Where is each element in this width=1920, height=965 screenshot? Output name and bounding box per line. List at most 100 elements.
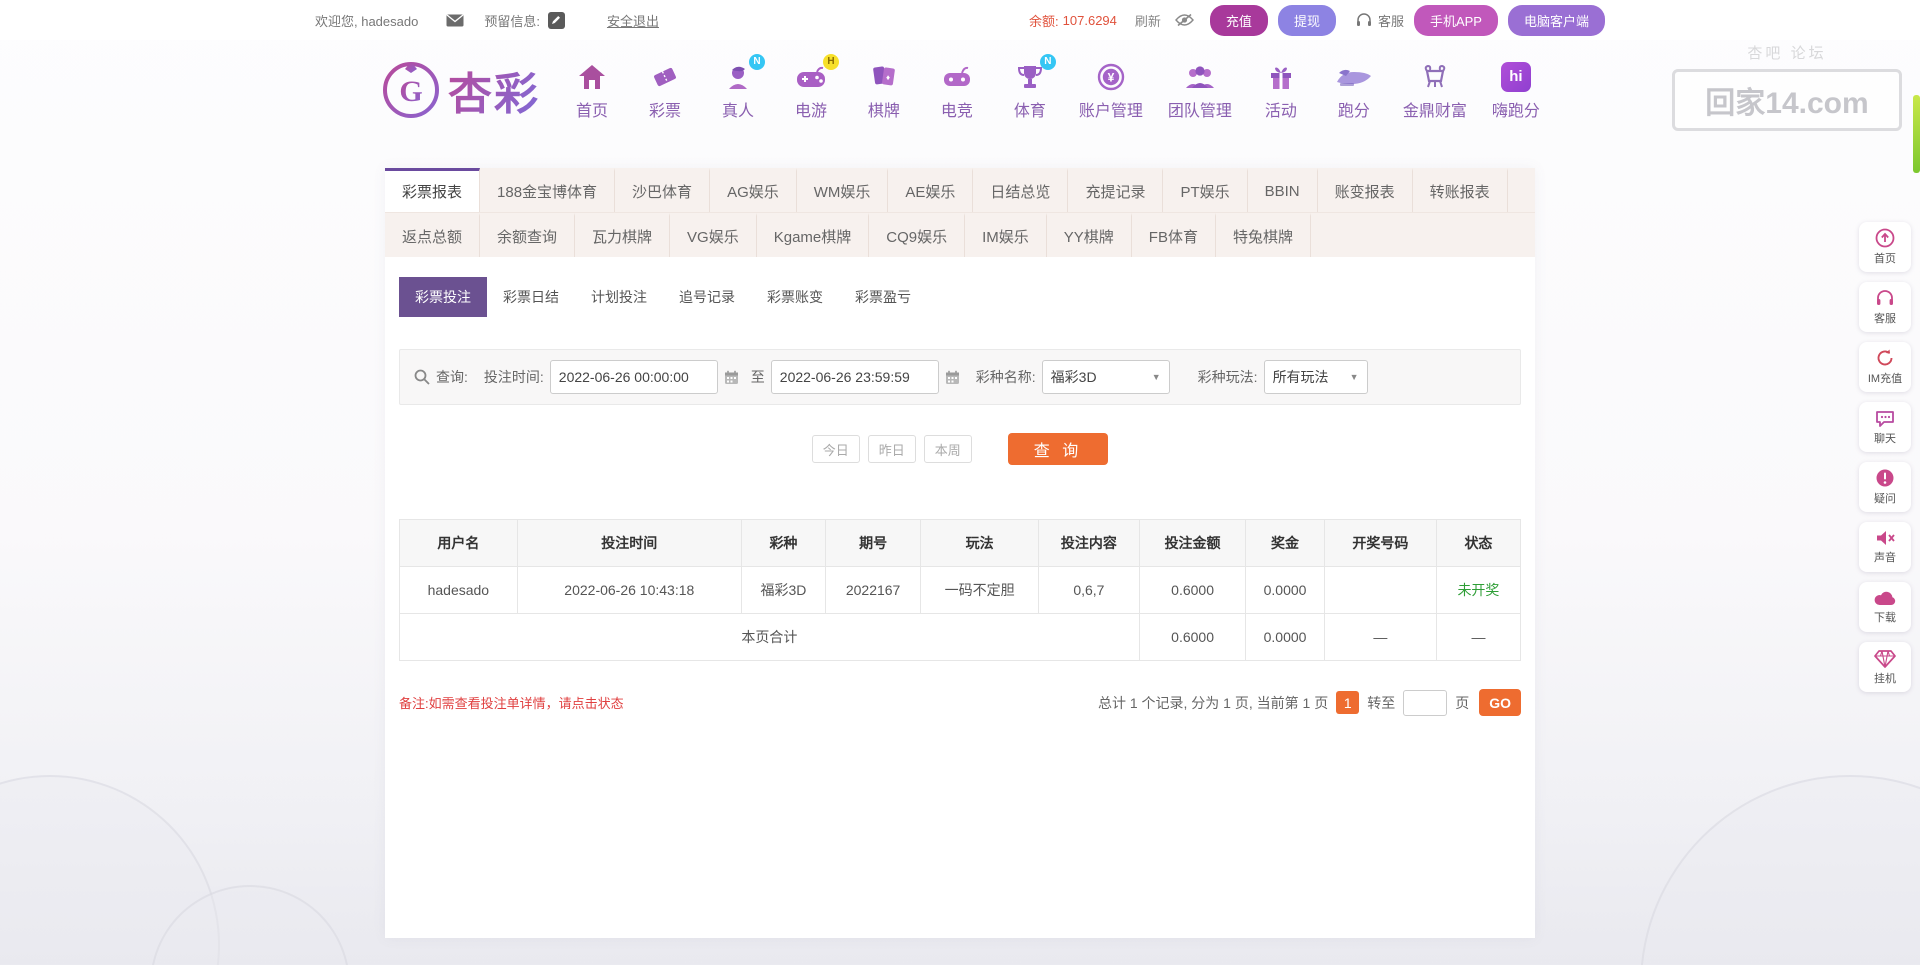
subtab-lottery-bets[interactable]: 彩票投注 [399, 277, 487, 317]
mobile-app-button[interactable]: 手机APP [1413, 4, 1498, 36]
tab-pt[interactable]: PT娱乐 [1163, 168, 1248, 212]
tab-ag[interactable]: AG娱乐 [710, 168, 797, 212]
tab-transfer-report[interactable]: 转账报表 [1413, 168, 1508, 212]
calendar-icon[interactable] [724, 370, 739, 385]
status-badge[interactable]: 未开奖 [1435, 566, 1522, 614]
nav-item-account[interactable]: ¥ 账户管理 [1079, 60, 1143, 121]
cell-prize: 0.0000 [1245, 566, 1325, 614]
query-label: 查询: [436, 369, 468, 385]
play-type-select[interactable]: 所有玩法 ▼ [1263, 360, 1368, 394]
start-time-input[interactable] [549, 360, 718, 394]
scrollbar-thumb[interactable] [1913, 95, 1920, 173]
edit-icon[interactable] [547, 11, 565, 29]
tab-row-1: 彩票报表 188金宝博体育 沙巴体育 AG娱乐 WM娱乐 AE娱乐 日结总览 充… [385, 168, 1535, 213]
nav-item-lottery[interactable]: 彩票 [641, 60, 689, 121]
summary-amount: 0.6000 [1138, 613, 1247, 661]
tab-cq9[interactable]: CQ9娱乐 [869, 213, 966, 257]
tab-balance-query[interactable]: 余额查询 [480, 213, 576, 257]
nav-item-paofen[interactable]: 跑分 [1330, 60, 1378, 121]
summary-prize: 0.0000 [1245, 613, 1325, 661]
note-text: 备注:如需查看投注单详情，请点击状态 [399, 696, 624, 711]
subtab-lottery-profit[interactable]: 彩票盈亏 [839, 277, 927, 317]
nav-item-promotions[interactable]: 活动 [1257, 60, 1305, 121]
side-hangup-button[interactable]: 挂机 [1859, 642, 1911, 692]
tab-188-sports[interactable]: 188金宝博体育 [480, 168, 616, 212]
subtab-lottery-daily[interactable]: 彩票日结 [487, 277, 575, 317]
tab-bbin[interactable]: BBIN [1248, 168, 1318, 212]
tab-deposit-records[interactable]: 充提记录 [1068, 168, 1164, 212]
report-tabs: 彩票报表 188金宝博体育 沙巴体育 AG娱乐 WM娱乐 AE娱乐 日结总览 充… [385, 168, 1535, 257]
customer-service-link[interactable]: 客服 [1350, 11, 1404, 30]
go-button[interactable]: GO [1479, 689, 1521, 716]
table-row: hadesado 2022-06-26 10:43:18 福彩3D 202216… [399, 566, 1522, 614]
chat-bubble-icon [1875, 409, 1895, 428]
tab-rebate-total[interactable]: 返点总额 [385, 213, 481, 257]
side-sound-button[interactable]: 声音 [1859, 522, 1911, 572]
bet-time-label: 投注时间: [483, 369, 544, 385]
coin-icon: ¥ [1096, 60, 1126, 94]
eye-off-icon[interactable] [1175, 13, 1194, 27]
tab-wm[interactable]: WM娱乐 [797, 168, 889, 212]
svg-text:G: G [399, 75, 422, 108]
nav-item-egames[interactable]: H 电游 [787, 53, 839, 121]
end-time-input[interactable] [770, 360, 939, 394]
today-button[interactable]: 今日 [811, 435, 860, 463]
col-prize: 奖金 [1245, 519, 1325, 567]
col-status: 状态 [1435, 519, 1522, 567]
calendar-icon[interactable] [945, 370, 960, 385]
subtab-plan-bets[interactable]: 计划投注 [575, 277, 663, 317]
tab-account-change[interactable]: 账变报表 [1318, 168, 1413, 212]
tab-ae[interactable]: AE娱乐 [888, 168, 974, 212]
lottery-select[interactable]: 福彩3D ▼ [1041, 360, 1170, 394]
subtab-lottery-account-change[interactable]: 彩票账变 [751, 277, 839, 317]
tab-kgame[interactable]: Kgame棋牌 [757, 213, 870, 257]
tab-tetu[interactable]: 特兔棋牌 [1216, 213, 1311, 257]
tab-fb[interactable]: FB体育 [1132, 213, 1216, 257]
page-1-button[interactable]: 1 [1336, 691, 1360, 714]
this-week-button[interactable]: 本周 [923, 435, 972, 463]
live-person-icon: N [723, 53, 765, 94]
logout-link[interactable]: 安全退出 [607, 11, 659, 30]
tab-im[interactable]: IM娱乐 [965, 213, 1047, 257]
subtab-chase-records[interactable]: 追号记录 [663, 277, 751, 317]
side-home-button[interactable]: 首页 [1859, 222, 1911, 272]
lottery-subtabs: 彩票投注 彩票日结 计划投注 追号记录 彩票账变 彩票盈亏 [399, 277, 1521, 317]
nav-item-esports[interactable]: 电竞 [933, 60, 981, 121]
recharge-button[interactable]: 充值 [1209, 4, 1268, 36]
site-logo[interactable]: G 杏彩 [380, 58, 540, 122]
search-button[interactable]: 查 询 [1007, 433, 1109, 465]
bets-table: 用户名 投注时间 彩种 期号 玩法 投注内容 投注金额 奖金 开奖号码 状态 h… [399, 519, 1522, 661]
col-amount: 投注金额 [1138, 519, 1247, 567]
nav-item-team[interactable]: 团队管理 [1168, 60, 1232, 121]
nav-item-hipaofen[interactable]: hi 嗨跑分 [1492, 60, 1540, 121]
nav-item-home[interactable]: 首页 [568, 60, 616, 121]
refresh-balance-link[interactable]: 刷新 [1135, 11, 1161, 30]
tab-daily-summary[interactable]: 日结总览 [973, 168, 1069, 212]
pc-client-button[interactable]: 电脑客户端 [1507, 4, 1605, 36]
tab-lottery-report[interactable]: 彩票报表 [385, 168, 481, 212]
col-issue: 期号 [824, 519, 922, 567]
withdraw-button[interactable]: 提现 [1277, 4, 1336, 36]
balance-value: 107.6294 [1062, 12, 1117, 28]
side-download-button[interactable]: 下载 [1859, 582, 1911, 632]
nav-item-sports[interactable]: N 体育 [1006, 53, 1056, 121]
logo-text: 杏彩 [448, 58, 540, 122]
tab-vg[interactable]: VG娱乐 [670, 213, 757, 257]
envelope-icon[interactable] [446, 13, 464, 27]
tab-yy[interactable]: YY棋牌 [1047, 213, 1132, 257]
play-type-select-value: 所有玩法 [1272, 369, 1329, 385]
tab-wali[interactable]: 瓦力棋牌 [575, 213, 671, 257]
side-im-recharge-button[interactable]: IM充值 [1859, 342, 1911, 392]
decorative-circle [1640, 775, 1920, 965]
nav-item-live[interactable]: N 真人 [714, 53, 765, 121]
side-service-button[interactable]: 客服 [1859, 282, 1911, 332]
nav-item-jinding[interactable]: 金鼎财富 [1403, 60, 1467, 121]
side-chat-button[interactable]: 聊天 [1859, 402, 1911, 452]
goto-page-input[interactable] [1403, 689, 1448, 716]
welcome-text: 欢迎您, hadesado [315, 13, 419, 29]
yesterday-button[interactable]: 昨日 [867, 435, 916, 463]
tab-saba-sports[interactable]: 沙巴体育 [615, 168, 711, 212]
side-question-button[interactable]: 疑问 [1859, 462, 1911, 512]
nav-item-boardgames[interactable]: ♦ 棋牌 [860, 60, 908, 121]
home-icon [577, 60, 607, 94]
